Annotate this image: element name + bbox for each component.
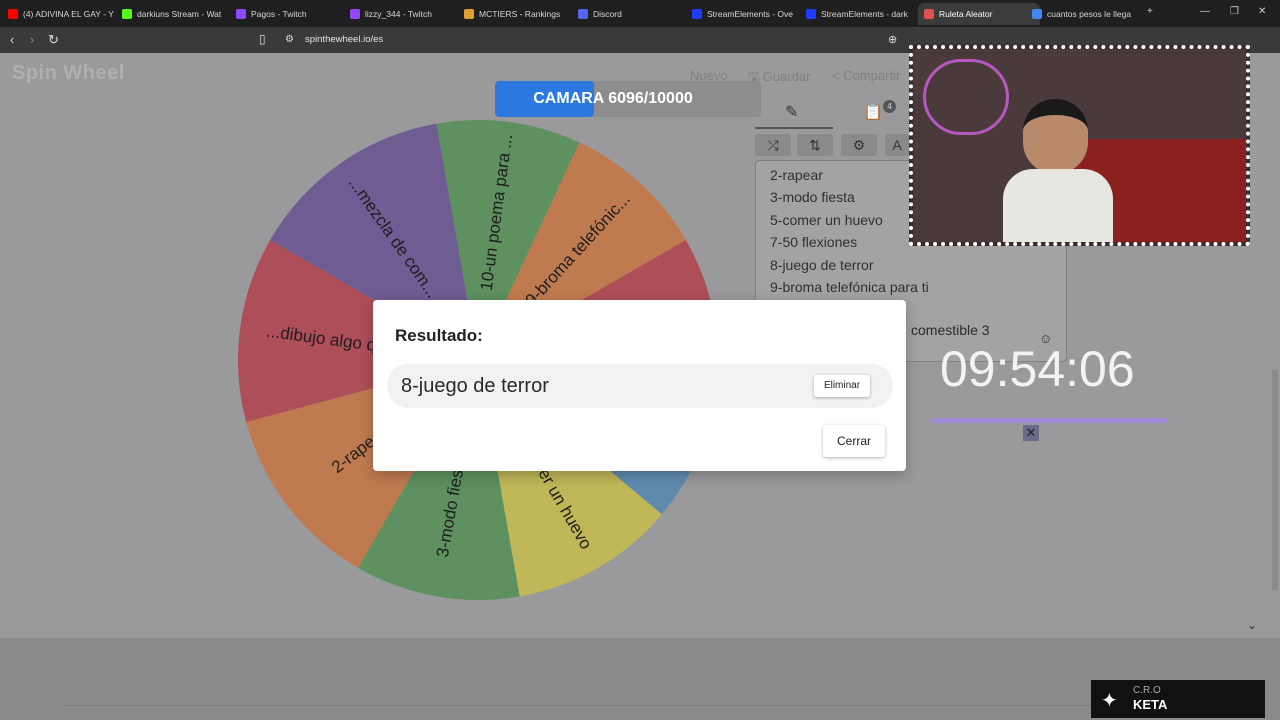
delete-result-button[interactable]: Eliminar xyxy=(814,375,870,397)
goal-progress-bar: CAMARA 6096/10000 xyxy=(495,81,761,117)
tab-label: Pagos - Twitch xyxy=(251,9,307,19)
browser-tab[interactable]: darkiuns Stream - Wat xyxy=(122,3,230,25)
close-window-icon[interactable]: ✕ xyxy=(1258,6,1266,17)
results-tab[interactable]: 📋 xyxy=(863,102,883,122)
browser-tab[interactable]: Discord xyxy=(578,3,686,25)
result-value: 8-juego de terror xyxy=(401,375,549,397)
browser-tab[interactable]: cuantos pesos le llega xyxy=(1032,3,1136,25)
shuffle-button[interactable]: ⤮ xyxy=(755,134,791,156)
close-x-icon[interactable]: ✕ xyxy=(1023,425,1039,441)
tab-favicon-icon xyxy=(236,9,246,19)
overlay-slider xyxy=(931,418,1167,423)
tab-favicon-icon xyxy=(692,9,702,19)
sort-icon: ⇅ xyxy=(809,137,821,153)
maximize-icon[interactable]: ❐ xyxy=(1230,6,1239,17)
back-icon[interactable]: ‹ xyxy=(10,32,14,47)
tab-label: Discord xyxy=(593,9,622,19)
tab-label: (4) ADIVINA EL GAY - Y xyxy=(23,9,114,19)
entry-line: 5-comer un huevo xyxy=(770,211,883,228)
gear-icon: ⚙ xyxy=(852,137,866,153)
panel-tabs: ✎ 📋 4 xyxy=(755,98,915,130)
add-image-button[interactable]: A xyxy=(885,134,909,156)
site-info-icon[interactable]: ⚙ xyxy=(285,34,294,45)
minimize-icon[interactable]: — xyxy=(1200,6,1210,17)
share-button[interactable]: < Compartir xyxy=(832,68,900,83)
webcam-overlay xyxy=(909,45,1250,246)
tab-label: MCTIERS - Rankings xyxy=(479,9,561,19)
entry-line: 9-broma telefónica para ti xyxy=(770,279,929,295)
entry-line: 7-50 flexiones xyxy=(770,234,858,251)
url-field[interactable]: spinthewheel.io/es xyxy=(305,34,383,45)
result-row: 8-juego de terror Eliminar xyxy=(387,364,893,408)
tab-favicon-icon xyxy=(464,9,474,19)
tab-favicon-icon xyxy=(578,9,588,19)
tab-favicon-icon xyxy=(924,9,934,19)
progress-text: CAMARA 6096/10000 xyxy=(533,90,693,107)
page-footer xyxy=(0,638,1280,720)
partial-entry: comestible 3 xyxy=(911,322,990,338)
badge-line2: KETA xyxy=(1133,697,1168,712)
entry-line: 2-rapear xyxy=(770,167,823,183)
edit-tab[interactable]: ✎ xyxy=(785,102,798,122)
webcam-person xyxy=(1003,99,1113,242)
badge-line1: C.R.O xyxy=(1133,685,1161,696)
tab-favicon-icon xyxy=(122,9,132,19)
save-label: Guardar xyxy=(762,69,811,84)
sort-button[interactable]: ⇅ xyxy=(797,134,833,156)
dialog-title: Resultado: xyxy=(395,326,483,345)
forward-icon[interactable]: › xyxy=(30,32,34,47)
result-dialog: Resultado: 8-juego de terror Eliminar Ce… xyxy=(373,300,906,471)
browser-tab[interactable]: StreamElements - Ove xyxy=(692,3,800,25)
badge-logo-icon: ✦ xyxy=(1101,690,1118,712)
zoom-icon[interactable]: ⊕ xyxy=(888,33,897,46)
entry-line: 8-juego de terror xyxy=(770,256,874,273)
browser-tab[interactable]: StreamElements - dark xyxy=(806,3,914,25)
reload-icon[interactable]: ↻ xyxy=(48,32,59,48)
close-dialog-button[interactable]: Cerrar xyxy=(823,425,885,457)
settings-button[interactable]: ⚙ xyxy=(841,134,877,156)
shuffle-icon: ⤮ xyxy=(767,137,779,153)
browser-tab[interactable]: lizzy_344 - Twitch xyxy=(350,3,458,25)
webcam-neon-light xyxy=(923,59,1009,135)
tab-favicon-icon xyxy=(806,9,816,19)
app-logo[interactable]: Spin Wheel xyxy=(12,62,125,85)
entry-line: 3-modo fiesta xyxy=(770,189,855,206)
scroll-down-icon[interactable]: ⌄ xyxy=(1247,618,1257,632)
person-body xyxy=(1003,169,1113,242)
browser-tab-bar: (4) ADIVINA EL GAY - Y darkiuns Stream - … xyxy=(0,0,1280,27)
tab-label: lizzy_344 - Twitch xyxy=(365,9,432,19)
tab-label: cuantos pesos le llega xyxy=(1047,9,1132,19)
browser-tab[interactable]: Pagos - Twitch xyxy=(236,3,344,25)
browser-tab[interactable]: Ruleta Aleator xyxy=(918,3,1040,25)
browser-tab[interactable]: (4) ADIVINA EL GAY - Y xyxy=(8,3,116,25)
tab-label: Ruleta Aleator xyxy=(939,9,993,19)
share-label: Compartir xyxy=(843,68,901,83)
person-head xyxy=(1023,99,1088,174)
new-tab-button[interactable]: + xyxy=(1147,6,1153,17)
share-icon: < xyxy=(832,68,844,83)
tab-label: StreamElements - Ove xyxy=(707,9,793,19)
bookmark-icon[interactable]: ▯ xyxy=(259,32,266,46)
tab-label: StreamElements - dark xyxy=(821,9,908,19)
tab-underline xyxy=(755,127,833,129)
tab-favicon-icon xyxy=(1032,9,1042,19)
page-scrollbar[interactable] xyxy=(1272,370,1278,590)
tab-favicon-icon xyxy=(8,9,18,19)
tab-favicon-icon xyxy=(350,9,360,19)
tab-label: darkiuns Stream - Wat xyxy=(137,9,222,19)
streamer-badge: ✦ C.R.O KETA xyxy=(1091,680,1265,718)
stream-timer: 09:54:06 xyxy=(940,341,1135,397)
browser-tab[interactable]: MCTIERS - Rankings xyxy=(464,3,572,25)
footer-divider xyxy=(64,705,1094,706)
results-count-badge: 4 xyxy=(883,100,896,113)
